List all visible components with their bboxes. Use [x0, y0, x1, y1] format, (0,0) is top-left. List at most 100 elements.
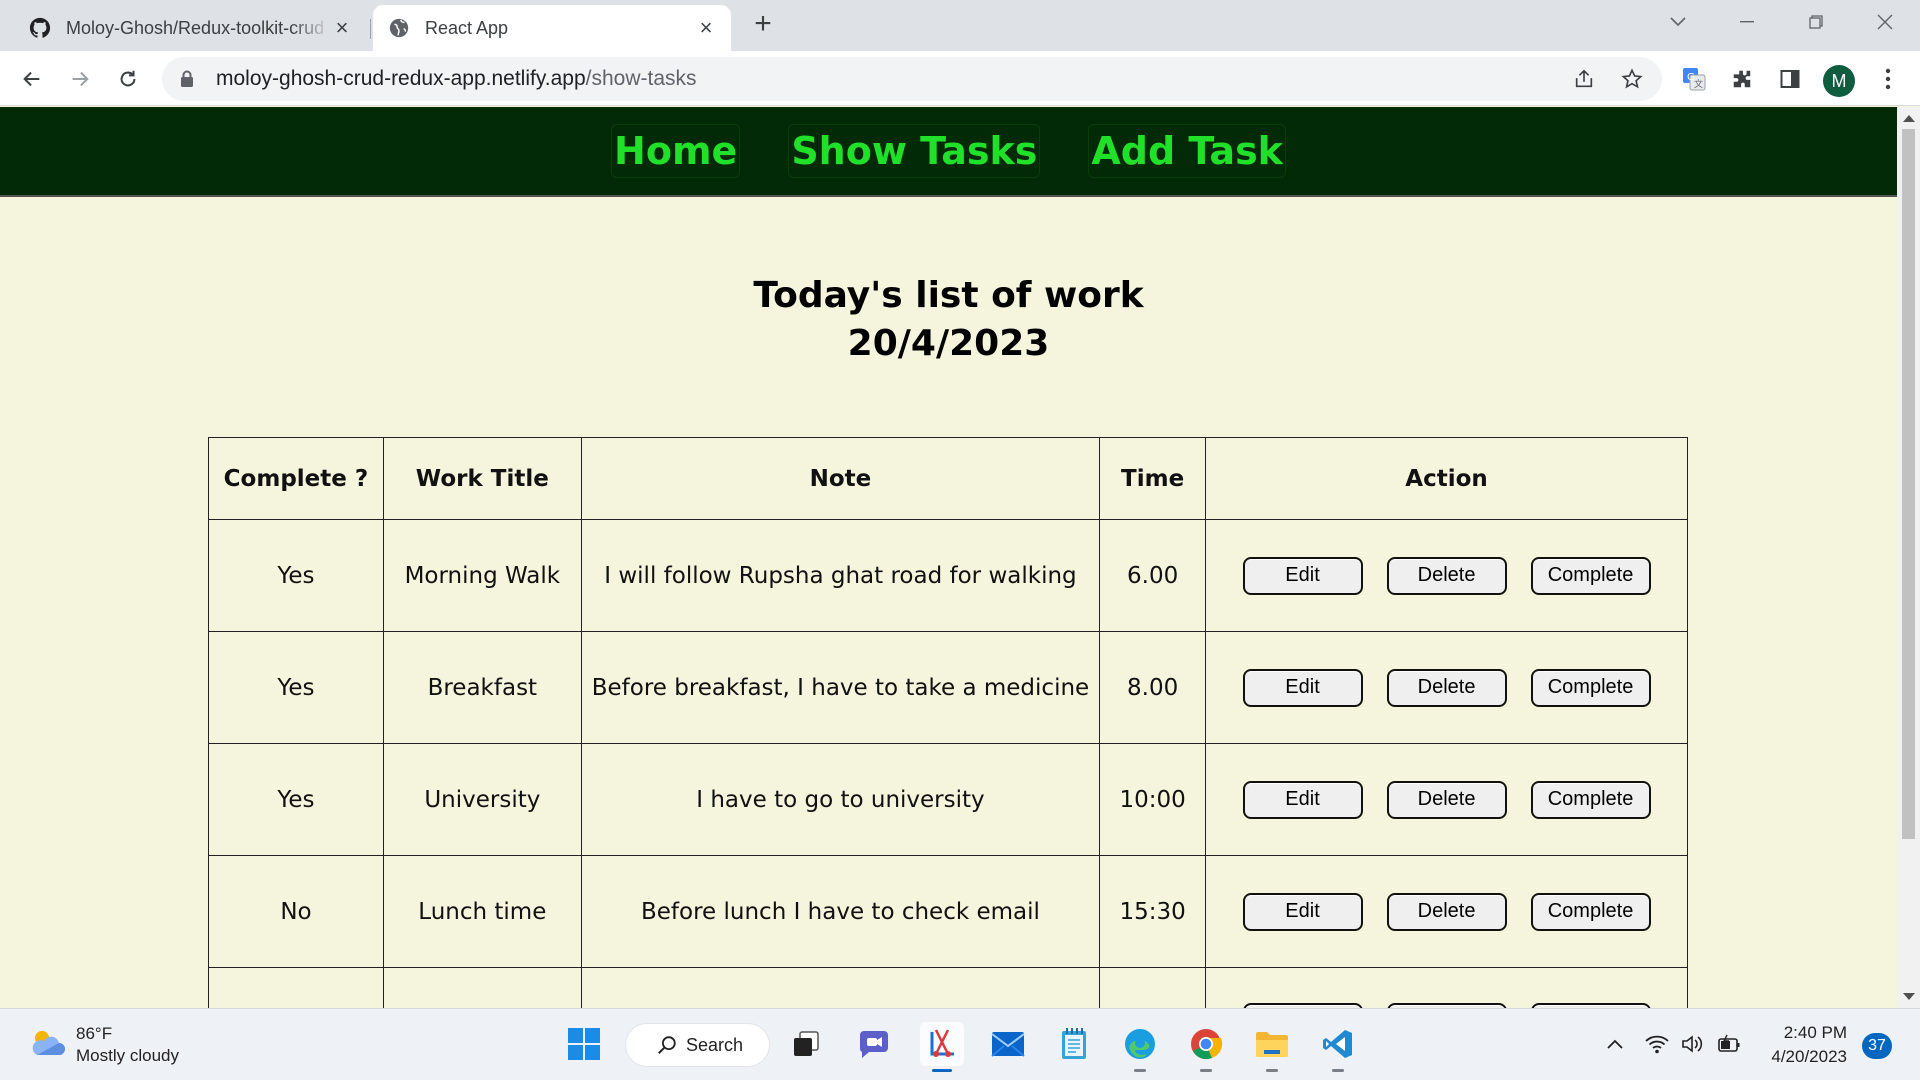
column-header-action: Action	[1205, 437, 1688, 520]
delete-button[interactable]: Delete	[1386, 780, 1507, 819]
cell-work-title: Morning Walk	[382, 519, 582, 632]
running-app-indicator	[1266, 1069, 1278, 1072]
file-explorer-icon[interactable]	[1250, 1022, 1294, 1072]
running-app-indicator	[1134, 1069, 1146, 1072]
browser-toolbar: moloy-ghosh-crud-redux-app.netlify.app/s…	[0, 51, 1920, 106]
lock-icon[interactable]	[180, 68, 202, 90]
chrome-browser-icon[interactable]	[1184, 1022, 1228, 1072]
cell-complete: No	[208, 855, 384, 968]
edit-button[interactable]: Edit	[1242, 780, 1363, 819]
page-scrollbar[interactable]	[1897, 107, 1920, 1008]
back-icon[interactable]	[14, 61, 50, 97]
complete-button[interactable]: Complete	[1530, 556, 1651, 595]
complete-button[interactable]: Complete	[1530, 892, 1651, 931]
close-window-icon[interactable]	[1865, 6, 1905, 38]
cell-time: 15:30	[1099, 855, 1207, 968]
snipping-tool-icon[interactable]	[920, 1022, 964, 1072]
google-translate-icon[interactable]: G文	[1676, 61, 1712, 97]
column-header-work-title: Work Title	[382, 437, 582, 520]
cell-note: I have to go to university	[580, 743, 1101, 856]
extensions-puzzle-icon[interactable]	[1724, 61, 1760, 97]
cell-note	[580, 967, 1101, 1008]
column-header-note: Note	[580, 437, 1101, 520]
browser-tab-strip: Moloy-Ghosh/Redux-toolkit-crud × React A…	[0, 0, 1920, 51]
scroll-down-arrow-icon[interactable]	[1903, 993, 1915, 1000]
wifi-icon[interactable]	[1642, 1029, 1672, 1059]
cell-actions: Edit Delete Complete	[1205, 631, 1688, 744]
tasks-table: Complete ? Work Title Note Time Action Y…	[208, 437, 1688, 1008]
cell-complete	[208, 967, 384, 1008]
cell-note: Before lunch I have to check email	[580, 855, 1101, 968]
search-label: Search	[686, 1034, 744, 1055]
profile-avatar[interactable]: M	[1823, 65, 1855, 97]
cell-time: 6.00	[1099, 519, 1207, 632]
more-menu-icon[interactable]	[1870, 61, 1906, 97]
tab-title: Moloy-Ghosh/Redux-toolkit-crud	[66, 17, 325, 38]
delete-button[interactable]: Delete	[1386, 892, 1507, 931]
page-date: 20/4/2023	[847, 323, 1050, 364]
reload-icon[interactable]	[110, 61, 146, 97]
cell-time	[1099, 967, 1207, 1008]
bookmark-star-icon[interactable]	[1614, 57, 1650, 101]
nav-link-add-task[interactable]: Add Task	[1088, 124, 1286, 178]
notepad-icon[interactable]	[1052, 1022, 1096, 1066]
cell-work-title	[382, 967, 582, 1008]
forward-icon[interactable]	[62, 61, 98, 97]
restore-icon[interactable]	[1796, 6, 1836, 38]
cell-complete: Yes	[208, 519, 384, 632]
share-icon[interactable]	[1566, 57, 1602, 101]
edit-button[interactable]: Edit	[1242, 892, 1363, 931]
tab-title: React App	[425, 17, 509, 38]
battery-charging-icon[interactable]	[1714, 1029, 1744, 1059]
task-view-icon[interactable]	[784, 1022, 828, 1066]
cell-work-title: Lunch time	[382, 855, 582, 968]
cloudy-weather-icon	[28, 1028, 66, 1063]
notification-badge[interactable]: 37	[1862, 1033, 1892, 1059]
taskbar-search[interactable]: Search	[625, 1023, 770, 1067]
cell-actions: Edit Delete Complete	[1205, 743, 1688, 856]
delete-button[interactable]: Delete	[1386, 668, 1507, 707]
edit-button[interactable]: Edit	[1242, 556, 1363, 595]
vscode-icon[interactable]	[1316, 1022, 1360, 1072]
delete-button[interactable]: Delete	[1386, 556, 1507, 595]
close-tab-icon[interactable]: ×	[695, 15, 717, 40]
cell-actions	[1205, 967, 1688, 1008]
column-header-complete: Complete ?	[208, 437, 384, 520]
cell-work-title: Breakfast	[382, 631, 582, 744]
complete-button[interactable]: Complete	[1530, 668, 1651, 707]
cell-time: 10:00	[1099, 743, 1207, 856]
active-app-indicator	[932, 1069, 952, 1072]
table-row: Yes University I have to go to universit…	[208, 743, 1688, 856]
address-bar[interactable]: moloy-ghosh-crud-redux-app.netlify.app/s…	[162, 57, 1662, 101]
scrollbar-thumb[interactable]	[1902, 129, 1915, 839]
page-title: Today's list of work 20/4/2023	[0, 272, 1897, 368]
nav-link-show-tasks[interactable]: Show Tasks	[788, 124, 1041, 178]
tab-search-icon[interactable]	[1658, 6, 1698, 38]
complete-button[interactable]: Complete	[1530, 780, 1651, 819]
weather-widget[interactable]: 86°F Mostly cloudy	[28, 1023, 179, 1067]
edit-button[interactable]: Edit	[1242, 668, 1363, 707]
windows-taskbar: 86°F Mostly cloudy Search 2:40 PM 4/20/2…	[0, 1008, 1920, 1080]
cell-complete: Yes	[208, 743, 384, 856]
minimize-icon[interactable]	[1727, 6, 1767, 38]
github-icon	[28, 16, 52, 40]
tab-github[interactable]: Moloy-Ghosh/Redux-toolkit-crud ×	[14, 5, 371, 51]
show-hidden-icons-chevron-icon[interactable]	[1600, 1029, 1630, 1059]
tab-react-app[interactable]: React App ×	[373, 5, 731, 51]
cell-work-title: University	[382, 743, 582, 856]
cell-note: I will follow Rupsha ghat road for walki…	[580, 519, 1101, 632]
side-panel-icon[interactable]	[1772, 61, 1808, 97]
edge-browser-icon[interactable]	[1118, 1022, 1162, 1072]
windows-start-icon[interactable]	[562, 1022, 606, 1066]
mail-icon[interactable]	[986, 1022, 1030, 1066]
url-path: /show-tasks	[585, 67, 697, 90]
svg-text:文: 文	[1694, 78, 1703, 90]
taskbar-clock[interactable]: 2:40 PM 4/20/2023	[1755, 1021, 1847, 1069]
column-header-time: Time	[1099, 437, 1207, 520]
nav-link-home[interactable]: Home	[611, 124, 741, 178]
teams-chat-icon[interactable]	[852, 1022, 896, 1066]
close-tab-icon[interactable]: ×	[331, 15, 353, 40]
new-tab-button[interactable]: +	[748, 9, 778, 40]
volume-icon[interactable]	[1678, 1029, 1708, 1059]
scroll-up-arrow-icon[interactable]	[1903, 115, 1915, 122]
